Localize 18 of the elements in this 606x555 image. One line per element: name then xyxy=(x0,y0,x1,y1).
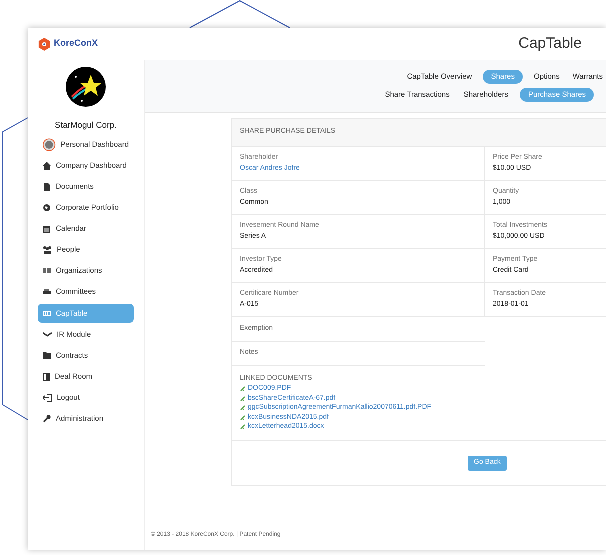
star-logo-icon xyxy=(66,67,106,107)
folder-icon xyxy=(43,352,51,360)
home-icon xyxy=(43,162,51,170)
logout-icon xyxy=(43,394,52,402)
avatar-icon xyxy=(43,136,56,153)
wrench-icon xyxy=(43,414,51,423)
people-icon xyxy=(43,246,52,254)
company-name: StarMogul Corp. xyxy=(55,119,117,132)
cube-logo-icon xyxy=(38,38,51,50)
globe-icon xyxy=(43,204,51,212)
tray-icon xyxy=(43,289,51,294)
page-title: CapTable xyxy=(518,34,582,54)
table-icon xyxy=(43,310,51,316)
door-icon xyxy=(43,372,50,381)
blocks-icon xyxy=(43,268,51,274)
calendar-icon xyxy=(43,224,51,233)
logo-text: KoreConX xyxy=(54,37,98,50)
document-icon xyxy=(43,182,51,191)
